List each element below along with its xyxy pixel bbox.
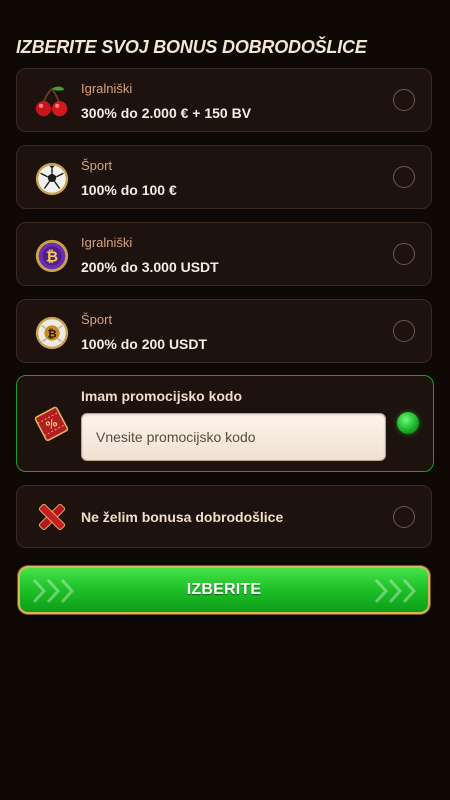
- page-title: IZBERITE SVOJ BONUS DOBRODOŠLICE: [16, 37, 367, 57]
- bonus-offer-text: 200% do 3.000 USDT: [81, 259, 219, 275]
- bonus-category-label: Igralniški: [81, 81, 133, 96]
- promo-radio-selected[interactable]: [397, 412, 419, 434]
- bonus-offer-text: 100% do 100 €: [81, 182, 177, 198]
- bonus-radio[interactable]: [393, 243, 415, 265]
- promo-code-label: Imam promocijsko kodo: [81, 388, 243, 404]
- red-cross-icon: [33, 498, 71, 536]
- bonus-radio[interactable]: [393, 166, 415, 188]
- bonus-category-label: Šport: [81, 158, 113, 173]
- no-bonus-label: Ne želim bonusa dobrodošlice: [81, 509, 284, 525]
- svg-text:₿: ₿: [47, 326, 56, 340]
- svg-text:₿: ₿: [46, 248, 58, 266]
- no-bonus-radio[interactable]: [393, 506, 415, 528]
- bitcoin-coin-icon: ₿: [33, 237, 71, 275]
- promo-ticket-icon: %: [31, 403, 71, 443]
- bonus-radio[interactable]: [393, 89, 415, 111]
- bonus-category-label: Igralniški: [81, 235, 133, 250]
- bonus-offer-text: 300% do 2.000 € + 150 BV: [81, 105, 252, 121]
- select-button[interactable]: IZBERITE: [18, 566, 430, 614]
- promo-code-option[interactable]: % Imam promocijsko kodo: [16, 375, 434, 472]
- bonus-option-sport-1[interactable]: Šport 100% do 100 €: [16, 145, 432, 209]
- soccer-ball-icon: [33, 160, 71, 198]
- bonus-option-casino-1[interactable]: Igralniški 300% do 2.000 € + 150 BV: [16, 68, 432, 132]
- promo-code-input[interactable]: [81, 413, 386, 461]
- no-bonus-option[interactable]: Ne želim bonusa dobrodošlice: [16, 485, 432, 548]
- bonus-radio[interactable]: [393, 320, 415, 342]
- bonus-option-casino-2[interactable]: ₿ Igralniški 200% do 3.000 USDT: [16, 222, 432, 286]
- welcome-bonus-screen: IZBERITE SVOJ BONUS DOBRODOŠLICE Igralni…: [0, 0, 450, 800]
- bonus-offer-text: 100% do 200 USDT: [81, 336, 208, 352]
- cherries-icon: [33, 83, 71, 121]
- bonus-option-sport-2[interactable]: ₿ Šport 100% do 200 USDT: [16, 299, 432, 363]
- select-button-label: IZBERITE: [186, 581, 262, 598]
- bonus-category-label: Šport: [81, 312, 113, 327]
- bitcoin-soccer-ball-icon: ₿: [33, 314, 71, 352]
